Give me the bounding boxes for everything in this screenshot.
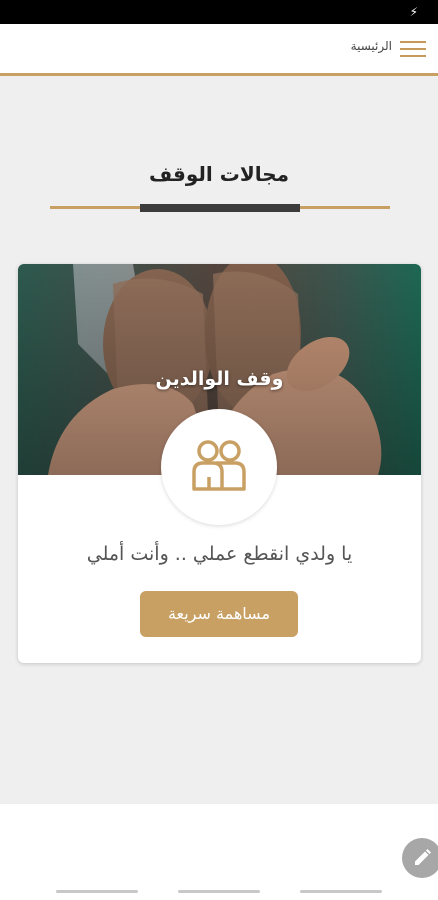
page-indicator bbox=[178, 890, 260, 893]
parents-icon bbox=[192, 440, 246, 491]
section-title: مجالات الوقف bbox=[148, 162, 290, 186]
charging-bolt-icon: ⚡ bbox=[409, 5, 418, 19]
page-indicator bbox=[56, 890, 138, 893]
top-app-bar: الرئيسية bbox=[0, 24, 438, 73]
quick-contribution-button[interactable]: مساهمة سريعة bbox=[140, 591, 298, 637]
home-nav-link[interactable]: الرئيسية bbox=[351, 39, 392, 53]
waqf-card[interactable]: وقف الوالدين يا ولدي انقطع عملي .. وأنت … bbox=[18, 264, 421, 663]
status-bar: ⚡ bbox=[0, 0, 438, 24]
title-underline-highlight bbox=[140, 204, 300, 212]
header-accent-line bbox=[0, 73, 438, 76]
icon-badge bbox=[161, 409, 277, 525]
bottom-area bbox=[0, 804, 438, 900]
card-title: وقف الوالدين bbox=[155, 368, 284, 390]
page-indicator bbox=[300, 890, 382, 893]
page-indicators bbox=[0, 888, 438, 900]
card-description: يا ولدي انقطع عملي .. وأنت أملي bbox=[86, 543, 353, 565]
pencil-icon bbox=[415, 849, 431, 865]
edit-fab-button[interactable] bbox=[402, 838, 438, 878]
hamburger-menu-icon[interactable] bbox=[400, 41, 426, 57]
